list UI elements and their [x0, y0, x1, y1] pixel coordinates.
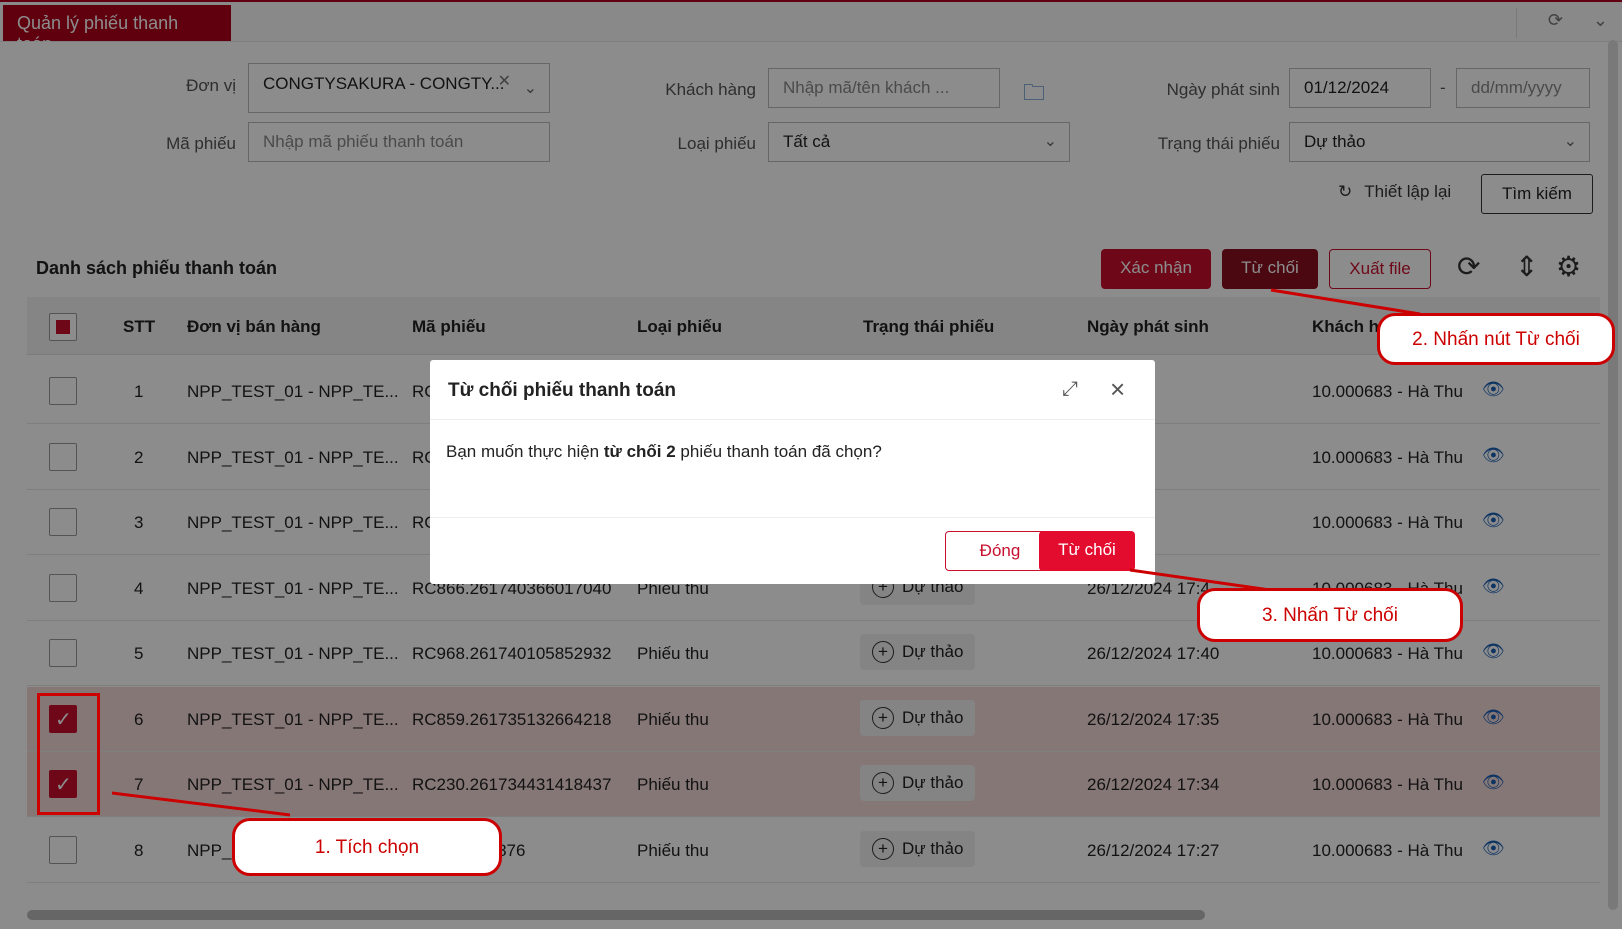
annotation-callout-3: 3. Nhấn Từ chối — [1197, 588, 1463, 642]
reject-modal: Từ chối phiếu thanh toán ⤢ × Bạn muốn th… — [430, 360, 1155, 584]
modal-message-suffix: phiếu thanh toán đã chọn? — [675, 442, 882, 461]
annotation-callout-1: 1. Tích chọn — [232, 818, 502, 876]
modal-header: Từ chối phiếu thanh toán ⤢ × — [430, 360, 1155, 420]
modal-reject-button[interactable]: Từ chối — [1039, 531, 1135, 571]
modal-message-bold: từ chối 2 — [603, 442, 676, 461]
selection-highlight-box — [37, 693, 100, 815]
modal-message: Bạn muốn thực hiện từ chối 2 phiếu thanh… — [446, 442, 882, 462]
modal-message-prefix: Bạn muốn thực hiện — [446, 442, 604, 461]
expand-icon[interactable]: ⤢ — [1062, 378, 1078, 401]
page: Quản lý phiếu thanh toán ⟳ ⌄ Đơn vị CONG… — [0, 0, 1622, 929]
modal-divider — [430, 517, 1155, 518]
modal-title: Từ chối phiếu thanh toán — [448, 380, 677, 401]
annotation-callout-2: 2. Nhấn nút Từ chối — [1377, 313, 1615, 365]
close-icon[interactable]: × — [1110, 374, 1125, 405]
